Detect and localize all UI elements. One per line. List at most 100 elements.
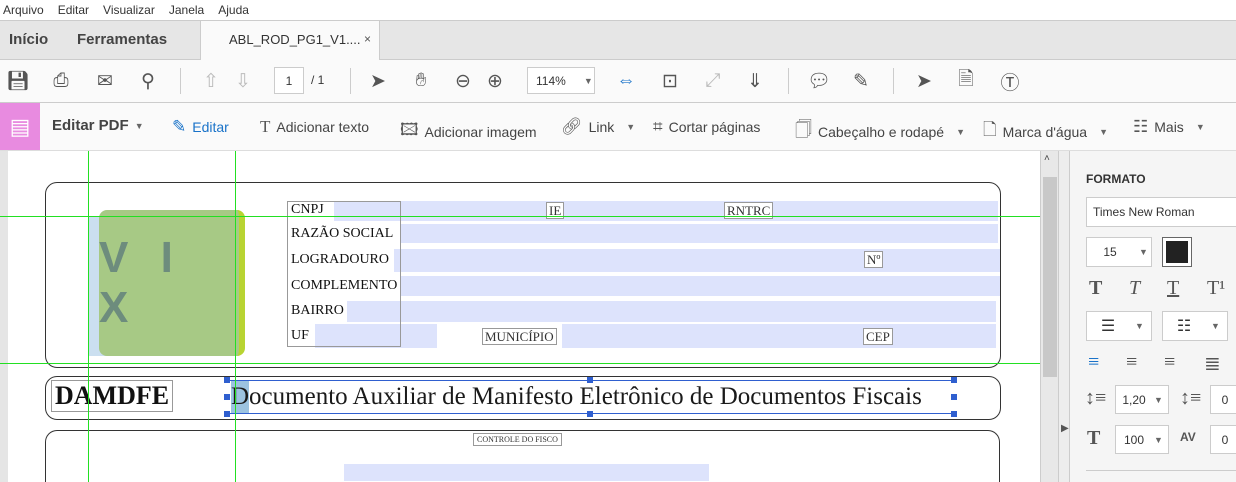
document-view[interactable]: V I X CNPJ IE RNTRC RAZÃO SOCIAL LOGRADO… (0, 151, 1040, 482)
zoom-select[interactable]: 114% ▼ (527, 67, 595, 94)
paragraph-spacing-icon: ↕≡ (1180, 387, 1202, 409)
scroll-up-icon[interactable]: ˄ (1044, 153, 1050, 164)
vertical-scrollbar[interactable]: ˄ (1040, 151, 1058, 482)
font-family-select[interactable]: Times New Roman (1086, 197, 1236, 227)
link-icon: 🔗︎ (561, 117, 583, 136)
text-color-swatch[interactable] (1162, 237, 1192, 267)
fit-page-icon[interactable]: ⊡ (657, 68, 683, 94)
menu-ajuda[interactable]: Ajuda (218, 3, 249, 17)
edit-pdf-menu[interactable]: Editar PDF ▼ (52, 117, 144, 134)
bullet-list-icon: ☰ (1100, 318, 1116, 335)
bold-icon[interactable]: T (1089, 277, 1102, 300)
tab-ferramentas[interactable]: Ferramentas (77, 31, 167, 48)
zoom-in-icon[interactable]: ⊕ (482, 68, 508, 94)
guide-line[interactable] (0, 216, 1040, 217)
select-arrow-icon[interactable]: ➤ (365, 68, 391, 94)
save-icon[interactable]: 💾︎ (5, 68, 31, 94)
cursor-icon[interactable]: ➤ (911, 68, 937, 94)
justify-icon[interactable]: ≣ (1204, 351, 1221, 376)
chevron-down-icon: ▼ (134, 120, 144, 131)
company-logo[interactable]: V I X (99, 210, 245, 356)
watermark-button[interactable]: 🗋︎ Marca d'água ▼ (983, 117, 1108, 146)
image-icon: 🖾 (400, 120, 419, 139)
add-image-button[interactable]: 🖾 Adicionar imagem (400, 117, 537, 146)
bullet-list-select[interactable]: ☰ ▼ (1086, 311, 1152, 341)
document-heading[interactable]: Documento Auxiliar de Manifesto Eletrôni… (231, 383, 922, 411)
guide-line[interactable] (235, 151, 236, 482)
header-footer-button[interactable]: 🗍︎ Cabeçalho e rodapé ▼ (795, 117, 965, 146)
format-panel: FORMATO Times New Roman 15 ▼ T T T T¹ ☰ ▼ … (1070, 151, 1236, 482)
horizontal-scale-icon: T (1087, 427, 1101, 449)
superscript-icon[interactable]: T¹ (1207, 277, 1225, 300)
chevron-down-icon: ▼ (956, 126, 966, 137)
chevron-down-icon: ▼ (1139, 247, 1148, 257)
line-spacing-select[interactable]: 1,20 ▼ (1115, 385, 1169, 414)
more-label: Mais (1154, 119, 1184, 135)
page-number-input[interactable]: 1 (274, 67, 304, 94)
link-button[interactable]: 🔗︎ Link ▼ (561, 117, 635, 137)
crop-pages-button[interactable]: ⌗ Cortar páginas (653, 117, 760, 137)
tab-document[interactable]: ABL_ROD_PG1_V1.... × (200, 21, 380, 61)
page-total: / 1 (311, 73, 325, 87)
crop-pages-label: Cortar páginas (668, 119, 761, 135)
character-spacing-icon: AV (1180, 430, 1196, 444)
page-gutter (0, 151, 8, 482)
align-center-icon[interactable]: ≡ (1126, 351, 1137, 374)
font-size-select[interactable]: 15 ▼ (1086, 237, 1152, 267)
full-screen-icon[interactable]: ⤢ (700, 68, 726, 94)
guide-line[interactable] (88, 151, 89, 482)
format-heading: FORMATO (1086, 172, 1146, 186)
expand-panel-icon[interactable]: ▶ (1061, 423, 1069, 434)
add-text-button[interactable]: T Adicionar texto (260, 117, 369, 137)
label-razao-social: RAZÃO SOCIAL (291, 226, 394, 241)
main-toolbar: 💾︎ ⎙ ✉ ⚲ ⇧ ⇩ 1 / 1 ➤ ✋︎ ⊖ ⊕ 114% ▼ ⇔ ⊡ ⤢ … (0, 60, 1236, 103)
italic-icon[interactable]: T (1129, 277, 1140, 300)
label-bairro: BAIRRO (291, 303, 344, 318)
edit-icon: ✎ (172, 117, 187, 136)
menu-editar[interactable]: Editar (58, 3, 89, 17)
close-icon[interactable]: × (364, 32, 371, 46)
scrollbar-thumb[interactable] (1043, 177, 1057, 377)
align-left-icon[interactable]: ≡ (1088, 351, 1099, 374)
more-button[interactable]: ☷ Mais ▼ (1133, 117, 1205, 137)
hand-icon[interactable]: ✋︎ (408, 68, 434, 94)
comment-icon[interactable]: 💬︎ (806, 68, 832, 94)
chevron-down-icon: ▼ (626, 122, 636, 132)
fit-width-icon[interactable]: ⇔ (613, 68, 639, 94)
zoom-out-icon[interactable]: ⊖ (450, 68, 476, 94)
watermark-label: Marca d'água (1002, 123, 1088, 140)
header-footer-icon: 🗍︎ (795, 120, 812, 139)
next-page-icon[interactable]: ⇩ (230, 68, 256, 94)
guide-line[interactable] (0, 363, 1040, 364)
tab-inicio[interactable]: Início (9, 31, 48, 48)
tab-bar: Início Ferramentas ABL_ROD_PG1_V1.... × (0, 20, 1236, 61)
header-footer-label: Cabeçalho e rodapé (817, 123, 945, 140)
search-icon[interactable]: ⚲ (135, 68, 161, 94)
menu-visualizar[interactable]: Visualizar (103, 3, 155, 17)
underline-icon[interactable]: T (1167, 277, 1179, 300)
align-right-icon[interactable]: ≡ (1164, 351, 1175, 374)
panel-toggle[interactable]: ▶ (1058, 151, 1070, 482)
crop-icon: ⌗ (653, 117, 663, 136)
chevron-down-icon: ▼ (1154, 434, 1163, 445)
email-icon[interactable]: ✉ (92, 68, 118, 94)
font-size-value: 15 (1103, 245, 1117, 259)
paragraph-spacing-input[interactable]: 0 (1210, 385, 1236, 414)
selected-text-box[interactable]: Documento Auxiliar de Manifesto Eletrôni… (227, 380, 955, 414)
highlight-icon[interactable]: ✎ (848, 68, 874, 94)
character-spacing-input[interactable]: 0 (1210, 425, 1236, 454)
chevron-down-icon: ▼ (1135, 321, 1144, 331)
numbered-list-select[interactable]: ☷ ▼ (1162, 311, 1228, 341)
line-spacing-icon: ↕≡ (1085, 387, 1107, 409)
text-box-icon[interactable]: Ⓣ (997, 68, 1023, 94)
scrolling-mode-icon[interactable]: ⇓ (742, 68, 768, 94)
print-icon[interactable]: ⎙ (48, 68, 74, 94)
previous-page-icon[interactable]: ⇧ (198, 68, 224, 94)
edit-label: Editar (192, 119, 229, 135)
reading-order-icon[interactable]: 🗎︎ (953, 68, 979, 94)
edit-button[interactable]: ✎ Editar (172, 117, 229, 137)
menu-janela[interactable]: Janela (169, 3, 204, 17)
menu-arquivo[interactable]: Arquivo (3, 3, 44, 17)
horizontal-scale-select[interactable]: 100 ▼ (1115, 425, 1169, 454)
zoom-value: 114% (536, 73, 566, 88)
